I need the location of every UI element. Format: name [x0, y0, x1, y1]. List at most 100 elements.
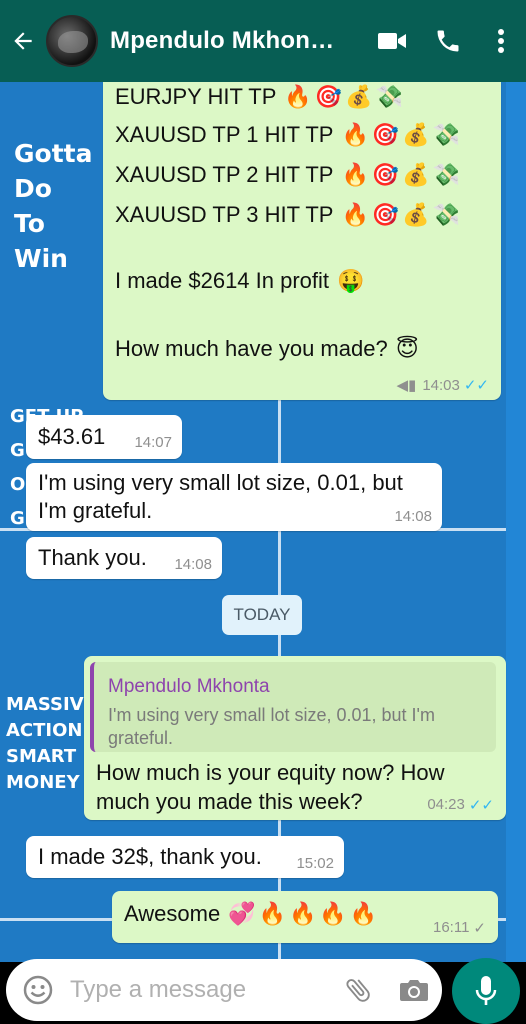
quote-text: I'm using very small lot size, 0.01, but…	[108, 705, 435, 748]
message-meta: 04:23 ✓✓	[427, 796, 494, 814]
message-text: How much have you made?	[115, 336, 388, 361]
back-arrow-icon	[14, 32, 32, 50]
video-call-button[interactable]	[364, 0, 420, 82]
forward-icon: ◀▮	[396, 377, 417, 394]
fire-emoji-icon: 🔥	[349, 901, 378, 926]
paperclip-icon	[346, 979, 370, 1002]
flying-money-emoji-icon: 💸	[375, 84, 404, 109]
fire-emoji-icon: 🔥	[289, 901, 317, 926]
message-time: 14:08	[394, 508, 432, 525]
message-text: How much is your equity now? How much yo…	[96, 760, 445, 814]
money-bag-emoji-icon: 💰	[345, 84, 373, 109]
flying-money-emoji-icon: 💸	[432, 162, 461, 187]
flying-money-emoji-icon: 💸	[432, 202, 461, 227]
incoming-message[interactable]: Thank you. 14:08	[26, 537, 222, 579]
wallpaper-word: SMART	[6, 746, 77, 767]
money-bag-emoji-icon: 💰	[402, 202, 430, 227]
message-meta: 16:11 ✓	[433, 919, 486, 937]
microphone-icon	[475, 976, 497, 1005]
quoted-message[interactable]: Mpendulo Mkhonta I'm using very small lo…	[90, 662, 496, 752]
money-bag-emoji-icon: 💰	[402, 162, 430, 187]
wallpaper-text-bottom: MASSIVE ACTION SMART MONEY	[6, 692, 96, 796]
read-receipt-icon: ✓✓	[468, 797, 494, 814]
wallpaper-text-top: Gotta Do To Win	[14, 136, 92, 276]
more-vertical-icon	[498, 29, 504, 53]
wallpaper-word: ACTION	[6, 720, 83, 741]
sparkling-heart-emoji-icon: 💞	[228, 901, 256, 926]
message-line: XAUUSD TP 1 HIT TP 🔥 🎯 💰 💸	[115, 122, 460, 148]
message-text: XAUUSD TP 1 HIT TP	[115, 122, 334, 147]
wallpaper-word: MASSIVE	[6, 694, 96, 715]
message-line: How much have you made? 😇	[115, 336, 419, 362]
contact-avatar[interactable]	[46, 15, 98, 67]
incoming-message[interactable]: I'm using very small lot size, 0.01, but…	[26, 463, 442, 531]
message-time: 14:07	[134, 434, 172, 451]
wallpaper-word: Win	[14, 244, 68, 273]
quote-author: Mpendulo Mkhonta	[108, 676, 270, 697]
phone-icon	[437, 30, 459, 52]
target-emoji-icon: 🎯	[371, 122, 400, 147]
message-text: XAUUSD TP 3 HIT TP	[115, 202, 334, 227]
camera-icon	[400, 980, 428, 1001]
outgoing-message[interactable]: EURJPY HIT TP 🔥 🎯 💰 💸 XAUUSD TP 1 HIT TP 🔥 🎯…	[103, 82, 501, 400]
wallpaper-word: Do	[14, 174, 52, 203]
halo-smile-emoji-icon: 😇	[395, 336, 419, 361]
message-time: 16:11	[432, 919, 470, 936]
message-time: 04:23	[427, 796, 465, 813]
menu-button[interactable]	[476, 0, 526, 82]
message-line: Awesome 💞 🔥 🔥 🔥 🔥	[124, 901, 377, 927]
emoji-group: 🔥 🎯 💰 💸	[284, 84, 403, 110]
fire-emoji-icon: 🔥	[284, 84, 312, 109]
target-emoji-icon: 🎯	[314, 84, 343, 109]
message-text: I made $2614 In profit	[115, 268, 330, 293]
message-text: I made 32$, thank you.	[38, 844, 262, 869]
attach-button[interactable]	[330, 975, 386, 1005]
message-line: I made $2614 In profit 🤑	[115, 268, 364, 294]
chat-header: Mpendulo Mkhon…	[0, 0, 526, 82]
message-input[interactable]: Type a message	[70, 976, 330, 1004]
money-bag-emoji-icon: 💰	[402, 122, 430, 147]
sent-tick-icon: ✓	[473, 920, 486, 937]
voice-record-button[interactable]	[452, 958, 520, 1024]
emoji-group: 💞 🔥 🔥 🔥 🔥	[228, 901, 377, 927]
incoming-message[interactable]: $43.61 14:07	[26, 415, 182, 459]
wallpaper-strip	[506, 82, 526, 962]
wallpaper-word: MONEY	[6, 772, 80, 793]
flying-money-emoji-icon: 💸	[432, 122, 461, 147]
message-text: XAUUSD TP 2 HIT TP	[115, 162, 334, 187]
smiley-icon	[23, 975, 53, 1005]
wallpaper-word: To	[14, 209, 45, 238]
outgoing-message[interactable]: Awesome 💞 🔥 🔥 🔥 🔥 16:11 ✓	[112, 891, 498, 943]
wallpaper-word: Gotta	[14, 139, 93, 168]
back-button[interactable]	[0, 0, 46, 82]
emoji-group: 🔥 🎯 💰 💸	[341, 122, 460, 148]
message-text: I'm using very small lot size, 0.01, but…	[38, 470, 403, 523]
voice-call-button[interactable]	[420, 0, 476, 82]
message-line: XAUUSD TP 3 HIT TP 🔥 🎯 💰 💸	[115, 202, 460, 228]
emoji-button[interactable]	[6, 975, 70, 1005]
message-line: EURJPY HIT TP 🔥 🎯 💰 💸	[115, 84, 403, 110]
fire-emoji-icon: 🔥	[341, 122, 369, 147]
fire-emoji-icon: 🔥	[341, 202, 369, 227]
contact-name[interactable]: Mpendulo Mkhon…	[110, 27, 364, 55]
incoming-message[interactable]: I made 32$, thank you. 15:02	[26, 836, 344, 878]
message-line: XAUUSD TP 2 HIT TP 🔥 🎯 💰 💸	[115, 162, 460, 188]
message-input-container[interactable]: Type a message	[6, 959, 442, 1021]
video-camera-icon	[378, 33, 406, 49]
message-time: 14:08	[174, 556, 212, 573]
target-emoji-icon: 🎯	[371, 162, 400, 187]
camera-button[interactable]	[386, 977, 442, 1003]
emoji-group: 🔥 🎯 💰 💸	[341, 162, 460, 188]
fire-emoji-icon: 🔥	[258, 901, 287, 926]
message-time: 15:02	[296, 855, 334, 872]
message-meta: ◀▮ 14:03 ✓✓	[396, 376, 489, 395]
message-text: EURJPY HIT TP	[115, 84, 277, 109]
read-receipt-icon: ✓✓	[463, 377, 489, 394]
money-mouth-emoji-icon: 🤑	[337, 268, 365, 293]
outgoing-message[interactable]: Mpendulo Mkhonta I'm using very small lo…	[84, 656, 506, 820]
fire-emoji-icon: 🔥	[319, 901, 347, 926]
message-time: 14:03	[422, 376, 460, 394]
message-text: Awesome	[124, 901, 221, 926]
emoji-group: 🔥 🎯 💰 💸	[341, 202, 460, 228]
target-emoji-icon: 🎯	[371, 202, 400, 227]
